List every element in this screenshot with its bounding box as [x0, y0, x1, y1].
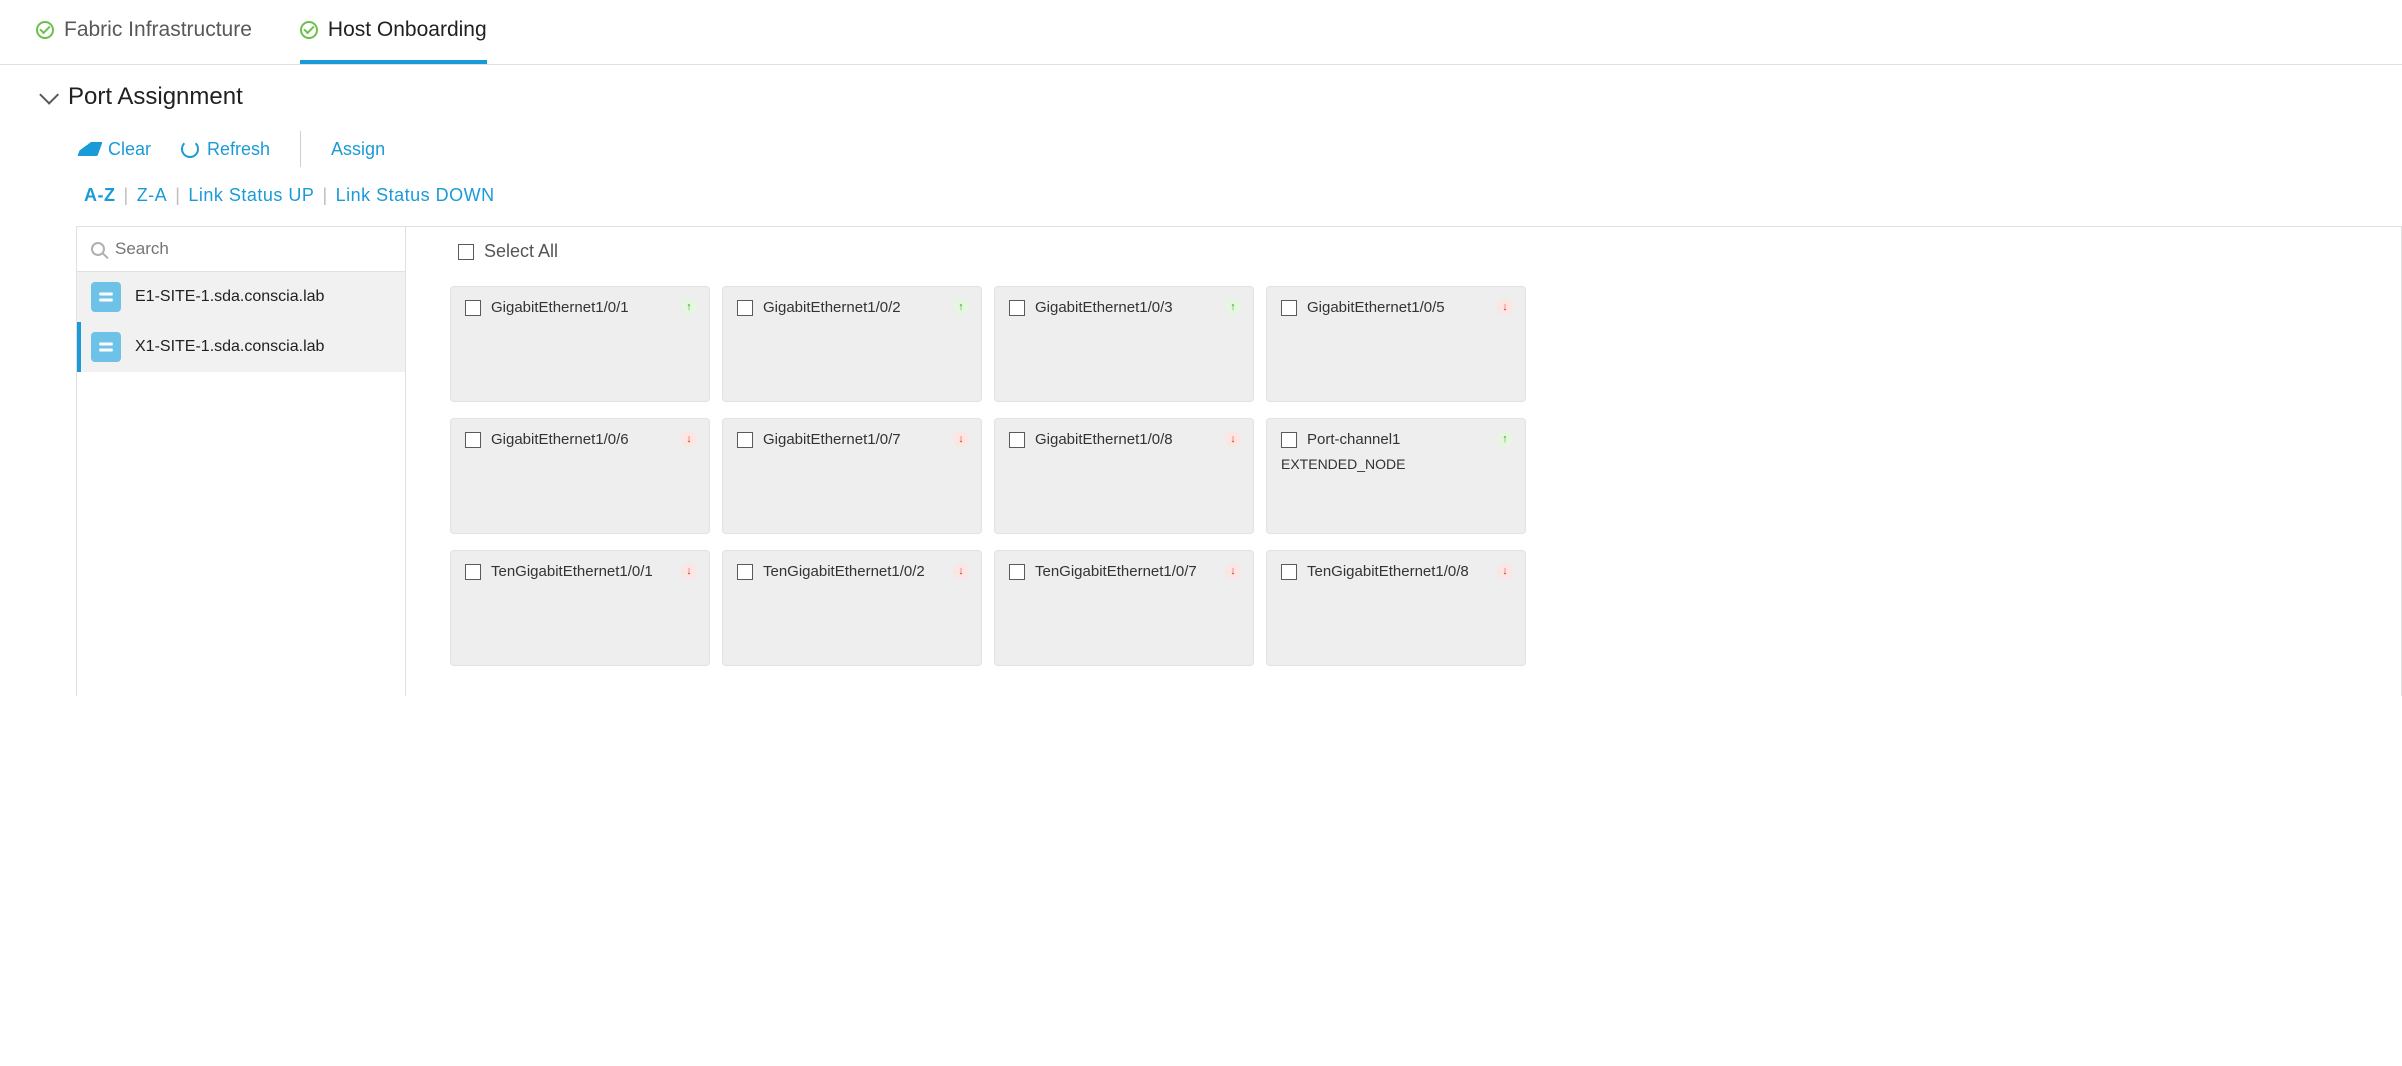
- refresh-label: Refresh: [207, 139, 270, 160]
- refresh-icon: [181, 140, 199, 158]
- port-name: TenGigabitEthernet1/0/7: [1035, 563, 1197, 580]
- sort-za[interactable]: Z-A: [137, 185, 168, 206]
- port-checkbox[interactable]: [737, 300, 753, 316]
- arrow-up-icon: ↑: [681, 299, 697, 315]
- tab-label: Fabric Infrastructure: [64, 18, 252, 42]
- 359: |: [124, 185, 129, 206]
- toolbar: Clear Refresh Assign: [0, 119, 2402, 177]
- port-checkbox[interactable]: [1009, 432, 1025, 448]
- eraser-icon: [77, 142, 102, 156]
- check-circle-icon: [300, 21, 318, 39]
- arrow-down-icon: ↓: [681, 563, 697, 579]
- arrow-down-icon: ↓: [953, 431, 969, 447]
- switch-icon: [91, 332, 121, 362]
- tabs: Fabric Infrastructure Host Onboarding: [0, 0, 2402, 65]
- search-box: [77, 227, 405, 272]
- port-card[interactable]: TenGigabitEthernet1/0/8 ↓: [1266, 550, 1526, 666]
- port-name: TenGigabitEthernet1/0/2: [763, 563, 925, 580]
- port-name: GigabitEthernet1/0/6: [491, 431, 629, 448]
- arrow-down-icon: ↓: [681, 431, 697, 447]
- port-card[interactable]: GigabitEthernet1/0/6 ↓: [450, 418, 710, 534]
- port-checkbox[interactable]: [465, 564, 481, 580]
- sidebar: E1-SITE-1.sda.conscia.lab X1-SITE-1.sda.…: [76, 227, 406, 696]
- port-name: Port-channel1: [1307, 431, 1400, 448]
- arrow-down-icon: ↓: [1497, 299, 1513, 315]
- section-header[interactable]: Port Assignment: [0, 65, 2402, 119]
- port-name: GigabitEthernet1/0/2: [763, 299, 901, 316]
- sort-link-down[interactable]: Link Status DOWN: [336, 185, 495, 206]
- tab-fabric-infrastructure[interactable]: Fabric Infrastructure: [36, 18, 252, 64]
- device-name: E1-SITE-1.sda.conscia.lab: [135, 288, 324, 306]
- arrow-down-icon: ↓: [1225, 431, 1241, 447]
- content: E1-SITE-1.sda.conscia.lab X1-SITE-1.sda.…: [76, 226, 2402, 696]
- port-grid: GigabitEthernet1/0/1↑GigabitEthernet1/0/…: [450, 286, 2371, 666]
- port-name: GigabitEthernet1/0/3: [1035, 299, 1173, 316]
- divider: |: [175, 185, 180, 206]
- port-card[interactable]: GigabitEthernet1/0/1 ↑: [450, 286, 710, 402]
- port-card[interactable]: TenGigabitEthernet1/0/7 ↓: [994, 550, 1254, 666]
- port-checkbox[interactable]: [1281, 432, 1297, 448]
- port-name: GigabitEthernet1/0/1: [491, 299, 629, 316]
- port-card[interactable]: TenGigabitEthernet1/0/1 ↓: [450, 550, 710, 666]
- sort-az[interactable]: A-Z: [84, 185, 116, 206]
- arrow-up-icon: ↑: [953, 299, 969, 315]
- port-checkbox[interactable]: [465, 300, 481, 316]
- arrow-down-icon: ↓: [953, 563, 969, 579]
- device-name: X1-SITE-1.sda.conscia.lab: [135, 338, 324, 356]
- port-checkbox[interactable]: [1009, 564, 1025, 580]
- port-checkbox[interactable]: [1281, 300, 1297, 316]
- port-card[interactable]: TenGigabitEthernet1/0/2 ↓: [722, 550, 982, 666]
- port-checkbox[interactable]: [737, 564, 753, 580]
- port-card[interactable]: Port-channel1 EXTENDED_NODE ↑: [1266, 418, 1526, 534]
- assign-label: Assign: [331, 139, 385, 160]
- clear-label: Clear: [108, 139, 151, 160]
- refresh-button[interactable]: Refresh: [181, 139, 270, 160]
- arrow-down-icon: ↓: [1225, 563, 1241, 579]
- port-card[interactable]: GigabitEthernet1/0/5 ↓: [1266, 286, 1526, 402]
- sort-bar: A-Z | Z-A | Link Status UP | Link Status…: [0, 177, 2402, 226]
- check-circle-icon: [36, 21, 54, 39]
- arrow-up-icon: ↑: [1225, 299, 1241, 315]
- arrow-up-icon: ↑: [1497, 431, 1513, 447]
- port-checkbox[interactable]: [1281, 564, 1297, 580]
- device-item[interactable]: X1-SITE-1.sda.conscia.lab: [77, 322, 405, 372]
- port-name: TenGigabitEthernet1/0/1: [491, 563, 653, 580]
- port-checkbox[interactable]: [737, 432, 753, 448]
- port-name: GigabitEthernet1/0/7: [763, 431, 901, 448]
- port-checkbox[interactable]: [1009, 300, 1025, 316]
- device-item[interactable]: E1-SITE-1.sda.conscia.lab: [77, 272, 405, 322]
- search-icon: [91, 242, 105, 256]
- switch-icon: [91, 282, 121, 312]
- device-list: E1-SITE-1.sda.conscia.lab X1-SITE-1.sda.…: [77, 272, 405, 372]
- port-name: GigabitEthernet1/0/8: [1035, 431, 1173, 448]
- arrow-down-icon: ↓: [1497, 563, 1513, 579]
- port-card[interactable]: GigabitEthernet1/0/2 ↑: [722, 286, 982, 402]
- port-card[interactable]: GigabitEthernet1/0/7 ↓: [722, 418, 982, 534]
- port-name: TenGigabitEthernet1/0/8: [1307, 563, 1469, 580]
- tab-label: Host Onboarding: [328, 18, 487, 42]
- main: Select All GigabitEthernet1/0/1↑GigabitE…: [406, 227, 2402, 696]
- port-card[interactable]: GigabitEthernet1/0/3 ↑: [994, 286, 1254, 402]
- search-input[interactable]: [115, 239, 391, 259]
- select-all-checkbox[interactable]: [458, 244, 474, 260]
- section-title: Port Assignment: [68, 83, 243, 111]
- port-card[interactable]: GigabitEthernet1/0/8 ↓: [994, 418, 1254, 534]
- select-all[interactable]: Select All: [450, 241, 2371, 262]
- assign-button[interactable]: Assign: [331, 139, 385, 160]
- port-checkbox[interactable]: [465, 432, 481, 448]
- clear-button[interactable]: Clear: [80, 139, 151, 160]
- divider: |: [322, 185, 327, 206]
- chevron-down-icon: [39, 85, 59, 105]
- select-all-label: Select All: [484, 241, 558, 262]
- tab-host-onboarding[interactable]: Host Onboarding: [300, 18, 487, 64]
- port-subtext: EXTENDED_NODE: [1281, 456, 1511, 472]
- port-name: GigabitEthernet1/0/5: [1307, 299, 1445, 316]
- sort-link-up[interactable]: Link Status UP: [188, 185, 314, 206]
- divider: [300, 131, 301, 167]
